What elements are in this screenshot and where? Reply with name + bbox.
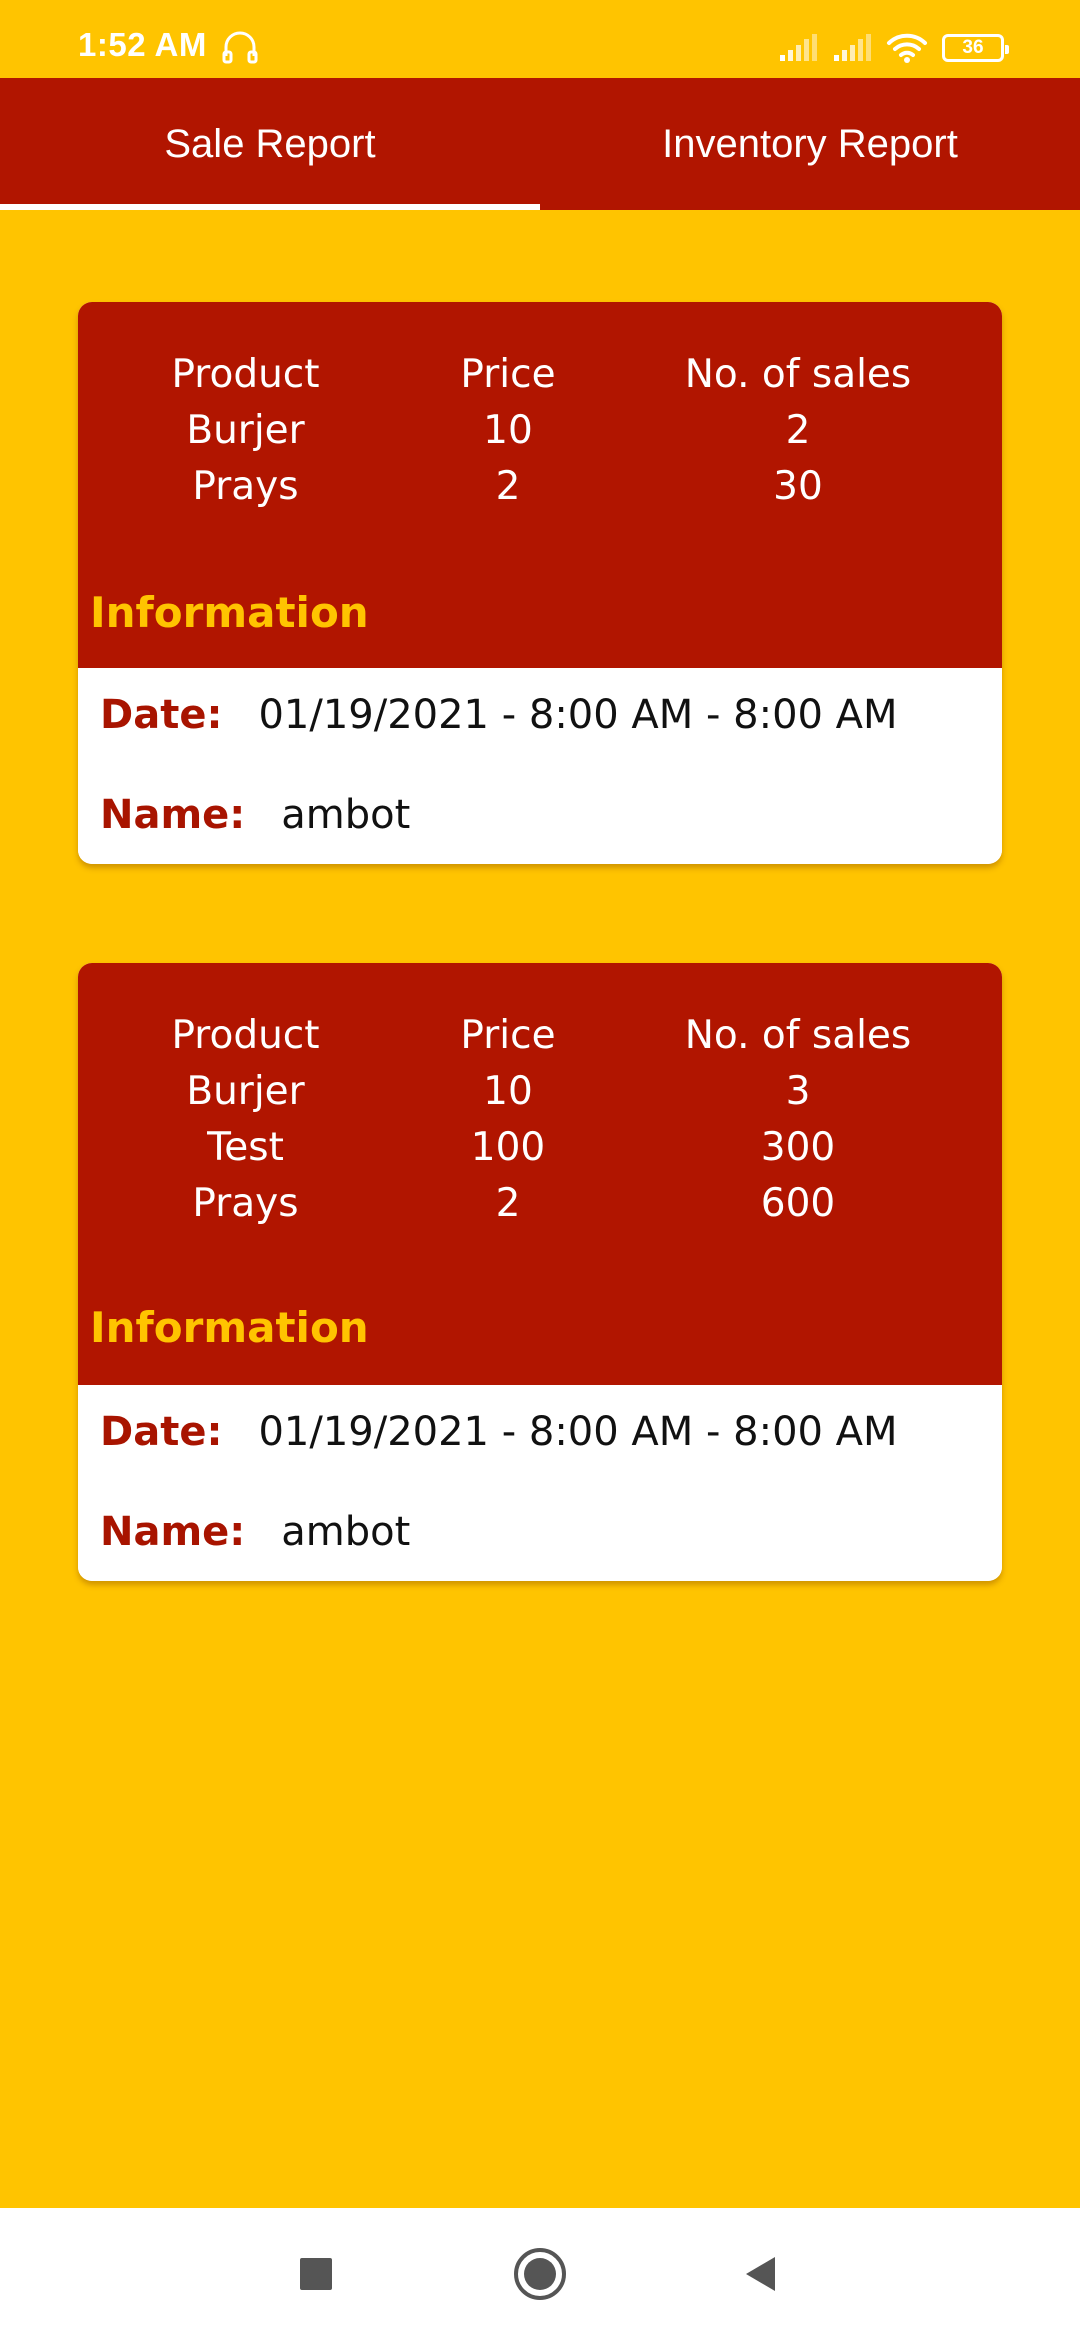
battery-icon: 36 xyxy=(942,34,1009,62)
header-sales: No. of sales xyxy=(684,351,912,397)
date-line: Date: 01/19/2021 - 8:00 AM - 8:00 AM xyxy=(100,692,898,738)
header-price: Price xyxy=(460,351,556,397)
price-cell: 2 xyxy=(495,463,521,509)
sales-cell: 30 xyxy=(773,463,823,509)
back-triangle-icon xyxy=(746,2257,775,2291)
sales-summary: Product Price No. of sales Burjer 10 2 P… xyxy=(78,302,1002,668)
name-line: Name: ambot xyxy=(100,1509,410,1555)
signal-icon xyxy=(834,34,871,61)
header-price: Price xyxy=(460,1012,556,1058)
date-value: 01/19/2021 - 8:00 AM - 8:00 AM xyxy=(258,692,898,738)
date-label: Date: xyxy=(100,1409,223,1455)
date-value: 01/19/2021 - 8:00 AM - 8:00 AM xyxy=(258,1409,898,1455)
product-cell: Prays xyxy=(192,463,299,509)
name-label: Name: xyxy=(100,1509,246,1555)
table-row: Burjer 10 2 xyxy=(78,402,1002,458)
recents-square-icon xyxy=(300,2258,332,2290)
table-row: Burjer 10 3 xyxy=(78,1063,1002,1119)
sales-table: Product Price No. of sales Burjer 10 2 P… xyxy=(78,346,1002,514)
sales-summary: Product Price No. of sales Burjer 10 3 T… xyxy=(78,963,1002,1385)
price-cell: 10 xyxy=(483,1068,533,1114)
information-details: Date: 01/19/2021 - 8:00 AM - 8:00 AM Name… xyxy=(78,1385,1002,1581)
wifi-icon xyxy=(887,33,927,63)
information-heading: Information xyxy=(90,588,369,637)
home-button[interactable] xyxy=(500,2208,580,2340)
tab-sale-report[interactable]: Sale Report xyxy=(0,78,540,210)
battery-level: 36 xyxy=(962,37,984,58)
status-time: 1:52 AM xyxy=(78,26,207,63)
table-row: Prays 2 30 xyxy=(78,458,1002,514)
table-header-row: Product Price No. of sales xyxy=(78,1007,1002,1063)
product-cell: Test xyxy=(207,1124,284,1170)
table-row: Test 100 300 xyxy=(78,1119,1002,1175)
information-details: Date: 01/19/2021 - 8:00 AM - 8:00 AM Name… xyxy=(78,668,1002,864)
name-value: ambot xyxy=(281,792,411,838)
navigation-bar xyxy=(0,2208,1080,2340)
date-line: Date: 01/19/2021 - 8:00 AM - 8:00 AM xyxy=(100,1409,898,1455)
sale-report-card: Product Price No. of sales Burjer 10 2 P… xyxy=(78,302,1002,864)
name-label: Name: xyxy=(100,792,246,838)
price-cell: 2 xyxy=(495,1180,521,1226)
price-cell: 10 xyxy=(483,407,533,453)
header-sales: No. of sales xyxy=(684,1012,912,1058)
price-cell: 100 xyxy=(470,1124,546,1170)
name-value: ambot xyxy=(281,1509,411,1555)
product-cell: Burjer xyxy=(186,1068,305,1114)
tab-bar: Sale Report Inventory Report xyxy=(0,78,1080,210)
sales-cell: 300 xyxy=(760,1124,836,1170)
product-cell: Prays xyxy=(192,1180,299,1226)
sale-report-card: Product Price No. of sales Burjer 10 3 T… xyxy=(78,963,1002,1581)
date-label: Date: xyxy=(100,692,223,738)
product-cell: Burjer xyxy=(186,407,305,453)
sales-cell: 600 xyxy=(760,1180,836,1226)
information-heading: Information xyxy=(90,1303,369,1352)
signal-icon xyxy=(780,34,817,61)
header-product: Product xyxy=(171,1012,320,1058)
headset-icon xyxy=(222,31,258,64)
sales-table: Product Price No. of sales Burjer 10 3 T… xyxy=(78,1007,1002,1231)
back-button[interactable] xyxy=(724,2208,796,2340)
sales-cell: 3 xyxy=(785,1068,811,1114)
status-bar: 1:52 AM 36 xyxy=(0,0,1080,78)
name-line: Name: ambot xyxy=(100,792,410,838)
tab-inventory-report[interactable]: Inventory Report xyxy=(540,78,1080,210)
recents-button[interactable] xyxy=(280,2208,352,2340)
header-product: Product xyxy=(171,351,320,397)
sales-cell: 2 xyxy=(785,407,811,453)
table-row: Prays 2 600 xyxy=(78,1175,1002,1231)
home-circle-icon xyxy=(514,2248,566,2300)
table-header-row: Product Price No. of sales xyxy=(78,346,1002,402)
status-icons: 36 xyxy=(778,30,1009,66)
